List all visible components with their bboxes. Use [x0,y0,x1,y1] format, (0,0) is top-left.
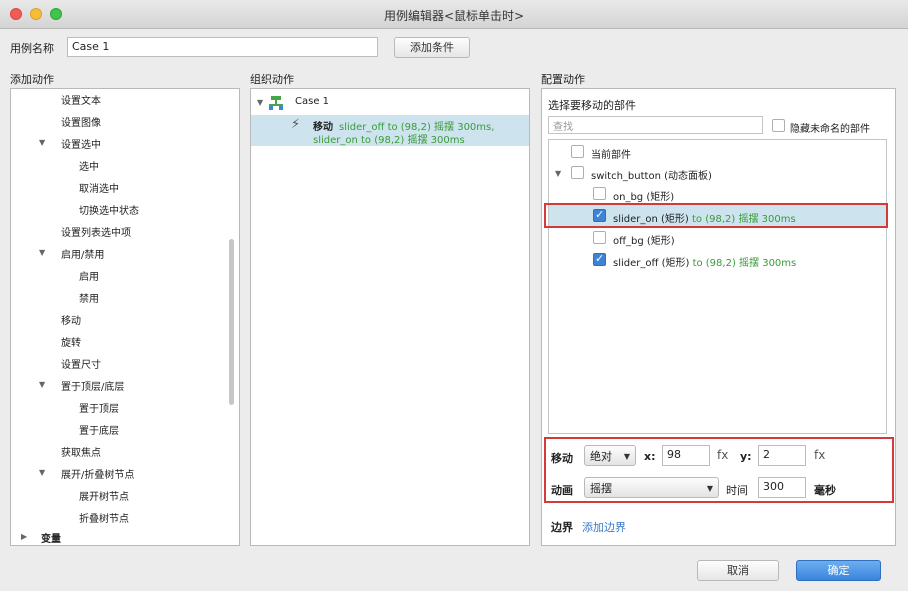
expand-triangle-icon[interactable]: ▼ [39,468,45,477]
tree-item-enable-disable[interactable]: 启用/禁用 [61,246,104,261]
tree-item-rotate[interactable]: 旋转 [61,334,81,349]
hide-unnamed-checkbox[interactable] [772,119,785,132]
border-label: 边界 [551,521,573,534]
case-name-label: 用例名称 [10,42,54,55]
widget-checkbox-checked[interactable] [593,252,606,266]
tree-item-bring-front-back[interactable]: 置于顶层/底层 [61,378,124,393]
tree-item-send-to-back[interactable]: 置于底层 [79,422,119,437]
widget-checkbox[interactable] [571,166,584,179]
widget-move-suffix: to (98,2) 摇摆 300ms [692,258,797,269]
widget-switch-button[interactable]: switch_button (动态面板) [591,167,712,182]
highlight-slider-on-row [544,203,888,228]
tree-item-set-list-selected[interactable]: 设置列表选中项 [61,224,131,239]
tree-item-select[interactable]: 选中 [79,158,99,173]
case-icon [269,96,283,110]
window-title: 用例编辑器<鼠标单击时> [383,9,525,23]
add-action-panel: 设置文本 设置图像 ▼ 设置选中 选中 取消选中 切换选中状态 设置列表选中项 … [10,88,240,546]
action-text-line2: slider_on to (98,2) 摇摆 300ms [313,135,465,146]
select-widgets-label: 选择要移动的部件 [548,99,636,112]
cancel-button[interactable]: 取消 [697,560,779,581]
case-name: Case 1 [295,96,330,107]
widget-slider-off[interactable]: slider_off (矩形) to (98,2) 摇摆 300ms [613,254,796,269]
organize-action-header: 组织动作 [250,73,294,86]
add-action-header: 添加动作 [10,73,54,86]
widget-name: slider_off (矩形) [613,258,690,269]
widget-on-bg[interactable]: on_bg (矩形) [613,188,674,203]
tree-item-move[interactable]: 移动 [61,312,81,327]
configure-action-header: 配置动作 [541,73,585,86]
widget-checkbox[interactable] [571,145,584,158]
tree-item-unselect[interactable]: 取消选中 [79,180,119,195]
add-condition-button[interactable]: 添加条件 [394,37,470,58]
hide-unnamed-label: 隐藏未命名的部件 [790,124,870,135]
tree-item-disable[interactable]: 禁用 [79,290,99,305]
tree-item-expand-collapse[interactable]: 展开/折叠树节点 [61,466,134,481]
search-input[interactable]: 查找 [548,116,763,134]
case-name-input[interactable]: Case 1 [67,37,378,57]
expand-triangle-icon[interactable]: ▼ [555,169,561,178]
scrollbar-thumb[interactable] [229,239,234,405]
tree-item-expand-node[interactable]: 展开树节点 [79,488,129,503]
expand-triangle-icon[interactable]: ▼ [39,248,45,257]
add-border-link[interactable]: 添加边界 [582,519,626,535]
expand-triangle-icon[interactable]: ▼ [257,98,263,107]
tree-item-bring-to-front[interactable]: 置于顶层 [79,400,119,415]
collapsed-triangle-icon[interactable]: ▶ [21,532,27,541]
tree-item-set-selected[interactable]: 设置选中 [61,136,101,151]
tree-item-enable[interactable]: 启用 [79,268,99,283]
tree-item-set-image[interactable]: 设置图像 [61,114,101,129]
expand-triangle-icon[interactable]: ▼ [39,138,45,147]
expand-triangle-icon[interactable]: ▼ [39,380,45,389]
widget-list: 当前部件 ▼ switch_button (动态面板) on_bg (矩形) s… [548,139,887,434]
move-action-item[interactable]: ⚡ 移动 slider_off to (98,2) 摇摆 300ms, slid… [251,115,529,146]
widget-off-bg[interactable]: off_bg (矩形) [613,232,675,247]
lightning-icon: ⚡ [291,117,301,132]
tree-item-set-size[interactable]: 设置尺寸 [61,356,101,371]
tree-item-collapse-node[interactable]: 折叠树节点 [79,510,129,525]
widget-checkbox[interactable] [593,231,606,244]
title-bar: 用例编辑器<鼠标单击时> [0,0,908,29]
tree-item-toggle-selected[interactable]: 切换选中状态 [79,202,139,217]
widget-checkbox[interactable] [593,187,606,200]
tree-item-variables[interactable]: 变量 [41,530,61,545]
tree-item-focus[interactable]: 获取焦点 [61,444,101,459]
widget-current[interactable]: 当前部件 [591,146,631,161]
highlight-move-settings [544,437,894,503]
organize-action-panel: ▼ Case 1 ⚡ 移动 slider_off to (98,2) 摇摆 30… [250,88,530,546]
ok-button[interactable]: 确定 [796,560,881,581]
tree-item-set-text[interactable]: 设置文本 [61,92,101,107]
